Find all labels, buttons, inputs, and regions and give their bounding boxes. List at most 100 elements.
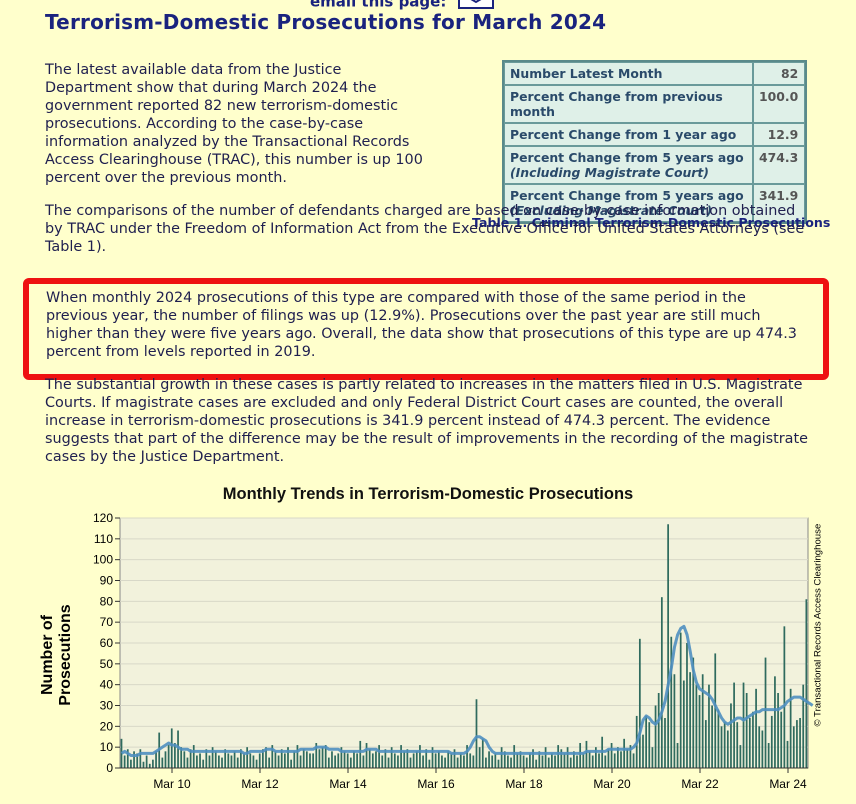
bar <box>359 740 362 768</box>
bar <box>569 757 572 768</box>
bar <box>764 657 767 768</box>
bar <box>478 747 481 768</box>
y-tick-label: 60 <box>100 636 114 650</box>
bar <box>739 745 742 768</box>
stats-label-text: Percent Change from 1 year ago <box>510 127 737 142</box>
bar <box>403 751 406 768</box>
y-tick-label: 110 <box>94 532 113 546</box>
bar <box>529 753 531 768</box>
bar <box>541 755 544 768</box>
bar <box>676 743 679 768</box>
stats-row: Percent Change from previous month 100.0 <box>504 85 806 123</box>
bar <box>331 751 333 768</box>
bar <box>268 757 271 768</box>
email-link-label: email this page: <box>310 0 447 11</box>
stats-row: Percent Change from 5 years ago (Includin… <box>504 146 806 184</box>
stats-value: 100.0 <box>753 85 806 123</box>
bar <box>309 753 311 768</box>
bar <box>522 755 525 768</box>
bar <box>774 676 776 768</box>
bar <box>497 759 500 768</box>
bar <box>192 745 195 768</box>
bar <box>202 759 205 768</box>
bar <box>770 715 773 768</box>
stats-label-text: Percent Change from 5 years ago <box>510 150 744 165</box>
methodology-paragraph: The comparisons of the number of defenda… <box>45 203 805 255</box>
bar <box>535 759 538 768</box>
bar <box>349 757 352 768</box>
bar <box>585 740 588 768</box>
y-tick-label: 120 <box>93 511 113 525</box>
bar <box>422 755 424 768</box>
bar <box>142 761 145 768</box>
bar <box>491 755 494 768</box>
stats-label: Percent Change from 1 year ago <box>504 123 753 146</box>
bar <box>805 599 808 768</box>
bar <box>698 695 701 768</box>
bar <box>673 674 676 768</box>
bar <box>381 755 384 768</box>
y-tick-label: 100 <box>93 553 113 567</box>
bar <box>557 745 560 768</box>
bar <box>327 757 330 768</box>
intro-paragraph: The latest available data from the Justi… <box>45 62 423 186</box>
stats-row: Percent Change from 1 year ago 12.9 <box>504 123 806 146</box>
bar <box>196 755 198 768</box>
bar <box>233 751 236 768</box>
bar <box>123 755 126 768</box>
bar <box>777 693 779 768</box>
bar <box>419 745 421 768</box>
bar <box>620 751 622 768</box>
bar <box>155 751 157 768</box>
bar <box>365 743 368 768</box>
x-tick-label: Mar 20 <box>593 777 631 791</box>
bar <box>312 753 314 768</box>
y-tick-label: 20 <box>100 719 114 733</box>
bar <box>488 751 490 768</box>
stats-row: Number Latest Month 82 <box>504 62 806 85</box>
bar <box>400 745 402 768</box>
bar <box>170 728 173 768</box>
bar <box>679 632 682 768</box>
bar <box>500 747 503 768</box>
bar <box>183 751 186 768</box>
bar <box>296 745 299 768</box>
y-tick-label: 90 <box>100 574 114 588</box>
bar <box>786 740 789 768</box>
bar <box>761 730 764 768</box>
bar <box>371 753 374 768</box>
bar <box>682 680 685 768</box>
stats-value: 82 <box>753 62 806 85</box>
bar <box>563 753 566 768</box>
x-tick-label: Mar 10 <box>153 777 191 791</box>
bar <box>318 749 321 768</box>
bar <box>695 684 698 768</box>
bar <box>525 757 528 768</box>
bar <box>711 705 713 768</box>
bar <box>133 751 135 768</box>
bar <box>664 718 666 768</box>
bar <box>145 755 148 768</box>
bar <box>161 757 164 768</box>
bar <box>393 753 396 768</box>
bar <box>334 755 336 768</box>
stats-label: Percent Change from 5 years ago (Includin… <box>504 146 753 184</box>
bar <box>657 693 660 768</box>
bar <box>660 597 663 768</box>
bar <box>610 743 613 768</box>
bar <box>148 763 151 768</box>
bar <box>730 703 732 768</box>
bar <box>321 747 324 768</box>
bar <box>444 757 446 768</box>
bar <box>302 749 305 768</box>
bar <box>387 757 390 768</box>
bar <box>748 718 751 768</box>
bar <box>456 757 459 768</box>
bar <box>566 747 569 768</box>
bar <box>305 751 308 768</box>
y-tick-label: 10 <box>100 740 114 754</box>
bar <box>742 682 745 768</box>
bar <box>283 753 286 768</box>
bar <box>230 755 233 768</box>
stats-label: Number Latest Month <box>504 62 753 85</box>
